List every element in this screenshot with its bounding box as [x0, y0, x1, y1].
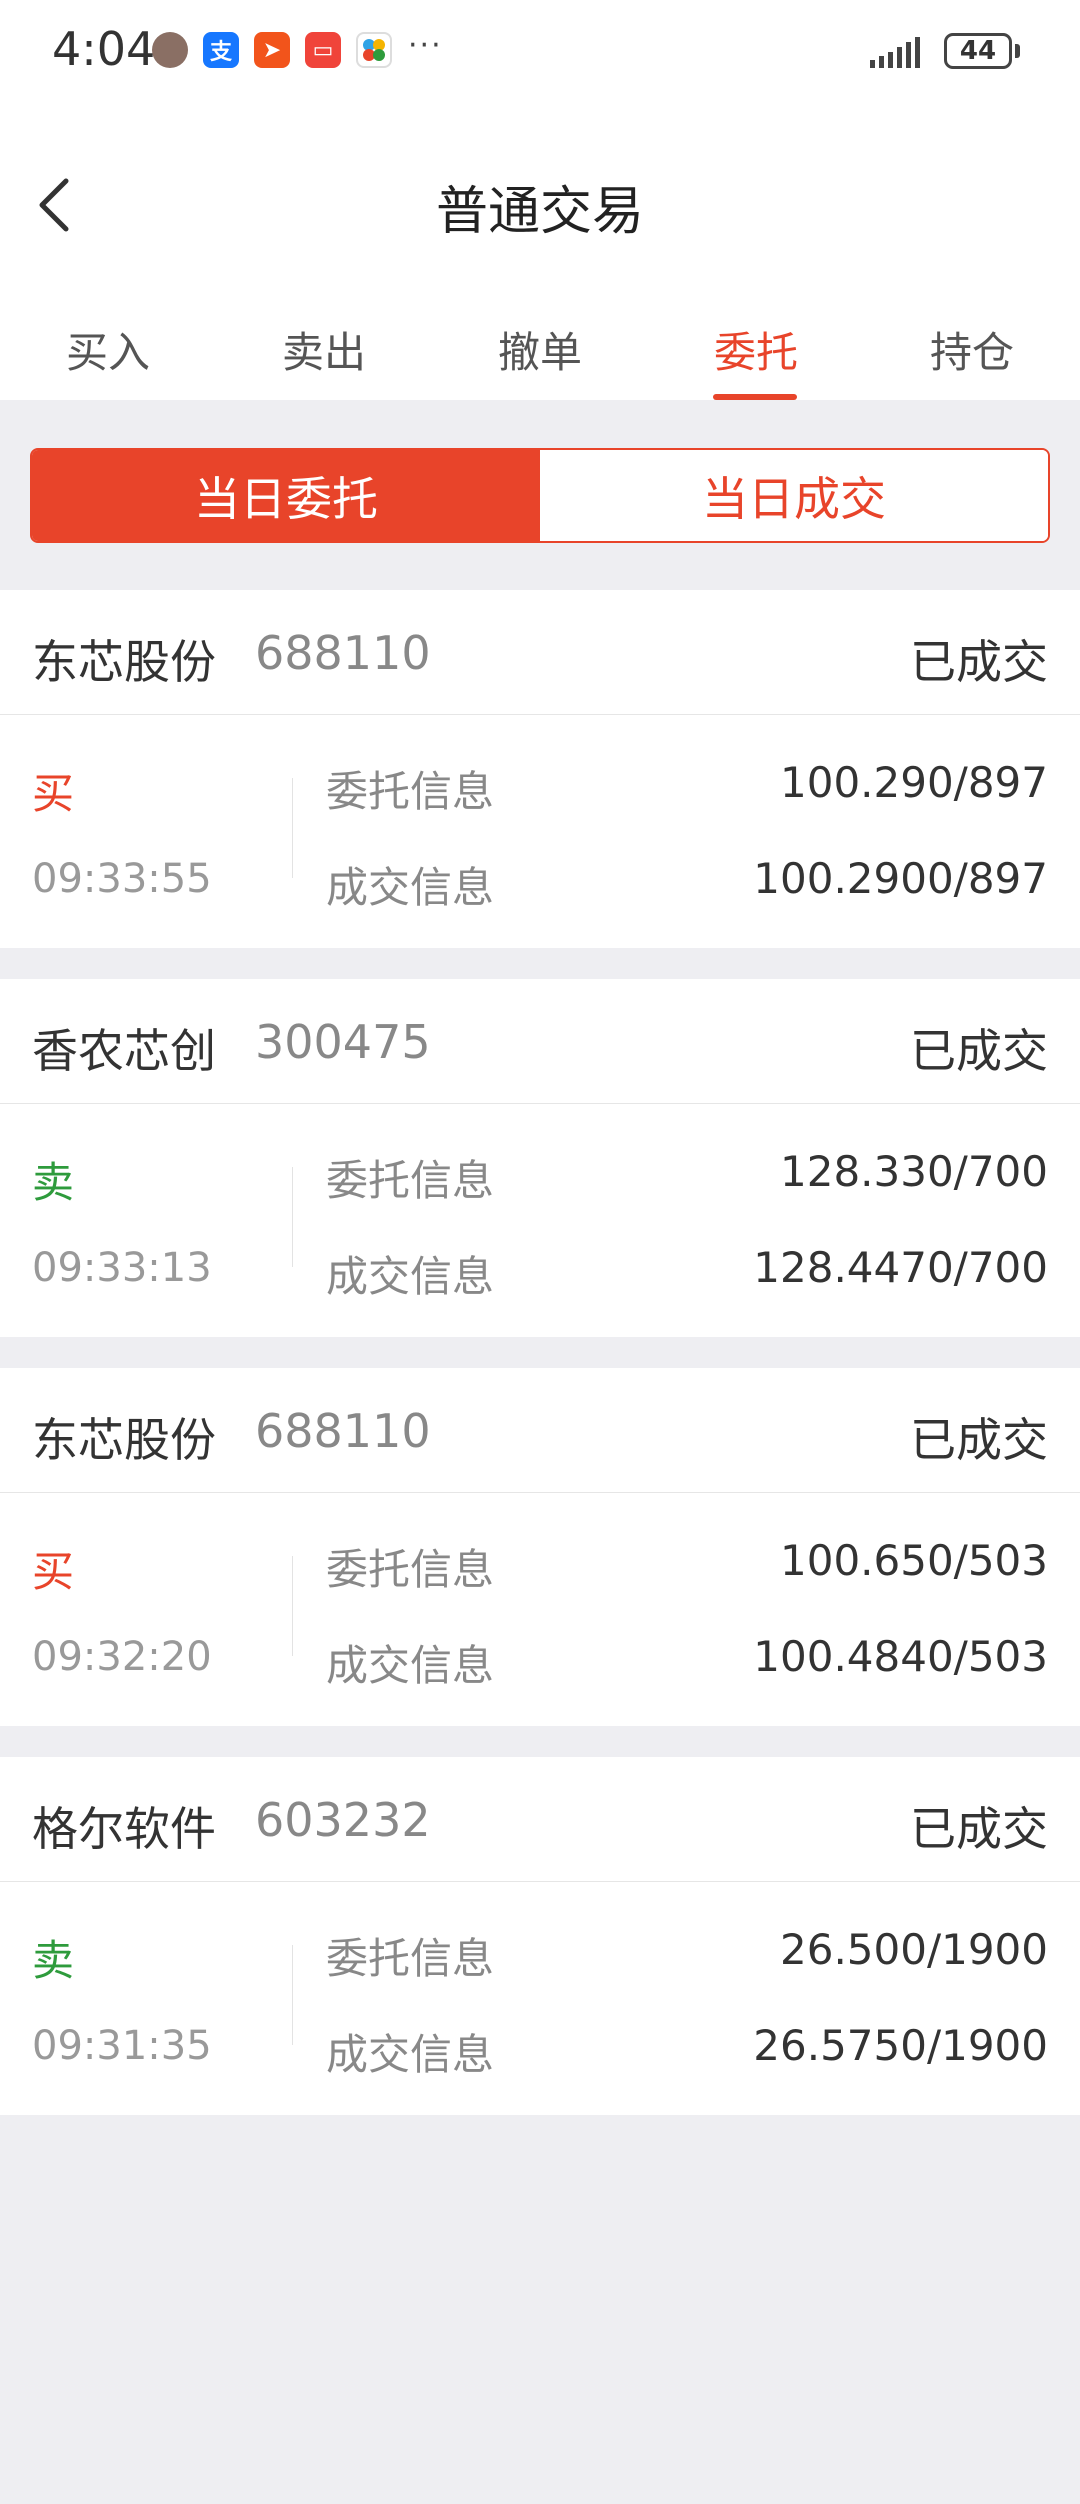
order-card-header: 东芯股份 688110 已成交	[0, 590, 1080, 715]
deal-info-value: 100.2900/897	[753, 854, 1048, 903]
paper-plane-app-icon: ➤	[254, 32, 290, 68]
order-status: 已成交	[910, 1024, 1048, 1078]
active-tab-indicator	[713, 394, 797, 400]
entrust-info-label: 委托信息	[326, 767, 495, 816]
deal-info-label: 成交信息	[326, 863, 495, 912]
deal-info-value: 26.5750/1900	[753, 2021, 1048, 2070]
divider	[292, 1945, 293, 2045]
divider	[292, 1556, 293, 1656]
stock-code: 688110	[255, 626, 431, 680]
stock-name: 东芯股份	[32, 1413, 216, 1467]
avatar-app-icon	[152, 32, 188, 68]
more-notifications-icon: ···	[408, 28, 443, 63]
day-segment-control: 当日委托 当日成交	[30, 448, 1050, 543]
deal-info-label: 成交信息	[326, 1641, 495, 1690]
stock-name: 东芯股份	[32, 635, 216, 689]
entrust-info-label: 委托信息	[326, 1545, 495, 1594]
tab-entrust[interactable]: 委托	[648, 319, 864, 380]
deal-info-value: 128.4470/700	[753, 1243, 1048, 1292]
entrust-info-value: 26.500/1900	[780, 1925, 1048, 1974]
deal-info-label: 成交信息	[326, 1252, 495, 1301]
stock-code: 603232	[255, 1793, 431, 1847]
stock-code: 688110	[255, 1404, 431, 1458]
order-card[interactable]: 东芯股份 688110 已成交 买 09:33:55 委托信息 100.290/…	[0, 590, 1080, 948]
stock-name: 格尔软件	[32, 1802, 216, 1856]
order-side: 买	[32, 769, 75, 818]
pinwheel-app-icon	[356, 32, 392, 68]
order-time: 09:32:20	[32, 1634, 212, 1680]
stock-code: 300475	[255, 1015, 431, 1069]
order-card[interactable]: 香农芯创 300475 已成交 卖 09:33:13 委托信息 128.330/…	[0, 979, 1080, 1337]
order-side: 卖	[32, 1158, 75, 1207]
order-card-header: 香农芯创 300475 已成交	[0, 979, 1080, 1104]
alipay-app-icon: 支	[203, 32, 239, 68]
stock-name: 香农芯创	[32, 1024, 216, 1078]
tab-cancel[interactable]: 撤单	[432, 319, 648, 380]
order-status: 已成交	[910, 635, 1048, 689]
status-time: 4:04	[52, 22, 156, 76]
divider	[292, 778, 293, 878]
order-card-header: 东芯股份 688110 已成交	[0, 1368, 1080, 1493]
tab-sell[interactable]: 卖出	[216, 319, 432, 380]
mail-app-icon: ▭	[305, 32, 341, 68]
divider	[292, 1167, 293, 1267]
order-time: 09:33:13	[32, 1245, 212, 1291]
deal-info-label: 成交信息	[326, 2030, 495, 2079]
segment-today-deals[interactable]: 当日成交	[540, 450, 1048, 541]
order-card[interactable]: 格尔软件 603232 已成交 卖 09:31:35 委托信息 26.500/1…	[0, 1757, 1080, 2115]
battery-icon: 44	[944, 33, 1012, 69]
entrust-info-label: 委托信息	[326, 1156, 495, 1205]
entrust-info-value: 100.650/503	[780, 1536, 1048, 1585]
order-side: 买	[32, 1547, 75, 1596]
order-status: 已成交	[910, 1413, 1048, 1467]
entrust-info-label: 委托信息	[326, 1934, 495, 1983]
battery-cap	[1015, 44, 1020, 58]
entrust-info-value: 100.290/897	[780, 758, 1048, 807]
trade-tabs: 买入 卖出 撤单 委托 持仓	[0, 305, 1080, 400]
signal-icon	[868, 34, 932, 74]
deal-info-value: 100.4840/503	[753, 1632, 1048, 1681]
tab-holdings[interactable]: 持仓	[864, 319, 1080, 380]
order-time: 09:31:35	[32, 2023, 212, 2069]
order-list: 东芯股份 688110 已成交 买 09:33:55 委托信息 100.290/…	[0, 590, 1080, 2146]
order-card[interactable]: 东芯股份 688110 已成交 买 09:32:20 委托信息 100.650/…	[0, 1368, 1080, 1726]
page-title: 普通交易	[435, 182, 644, 242]
tab-buy[interactable]: 买入	[0, 319, 216, 380]
entrust-info-value: 128.330/700	[780, 1147, 1048, 1196]
order-time: 09:33:55	[32, 856, 212, 902]
order-side: 卖	[32, 1936, 75, 1985]
status-bar: 4:04 支 ➤ ▭ ··· 44	[0, 0, 1080, 105]
order-card-header: 格尔软件 603232 已成交	[0, 1757, 1080, 1882]
order-status: 已成交	[910, 1802, 1048, 1856]
header: 普通交易	[0, 105, 1080, 305]
segment-today-entrust[interactable]: 当日委托	[32, 450, 540, 541]
